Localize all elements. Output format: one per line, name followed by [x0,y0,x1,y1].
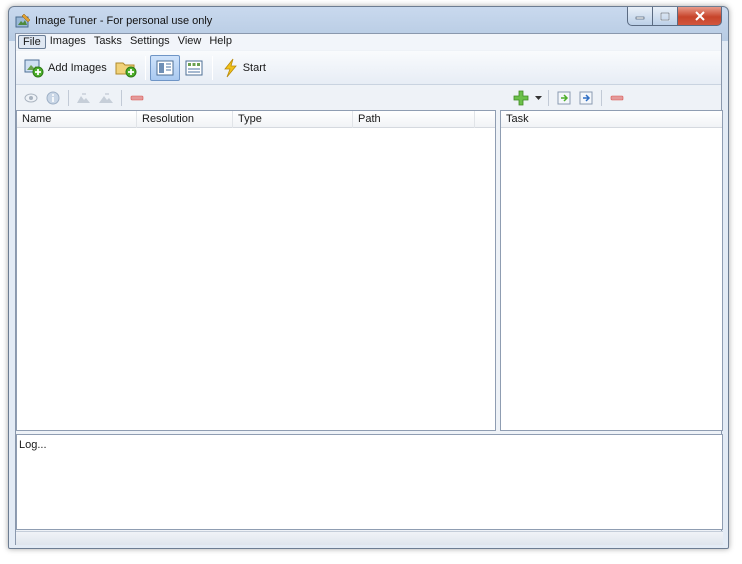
maximize-button[interactable] [653,7,678,26]
task-list-header: Task [501,111,722,128]
info-icon [46,91,60,105]
image-list[interactable]: Name Resolution Type Path [16,110,496,431]
remove-image-button[interactable] [128,89,146,107]
log-text: Log... [19,439,47,451]
info-button[interactable] [44,89,62,107]
rotate-right-icon [99,93,113,103]
view-details-icon [156,60,174,75]
window-title: Image Tuner - For personal use only [35,15,213,27]
main-toolbar: Add Images Start [16,51,721,85]
task-actions [510,89,628,107]
log-panel[interactable]: Log... [16,434,723,530]
image-actions [20,89,148,107]
import-task-icon [557,91,571,105]
column-path[interactable]: Path [353,111,475,128]
remove-icon [130,95,144,101]
status-bar [16,531,723,545]
minimize-icon [635,16,645,20]
add-task-icon [513,90,529,106]
remove-task-button[interactable] [608,89,626,107]
app-icon [15,13,31,28]
maximize-icon [660,11,670,21]
rotate-left-button[interactable] [75,89,93,107]
rotate-right-button[interactable] [97,89,115,107]
preview-icon [24,93,38,103]
menu-bar: File Images Tasks Settings View Help [16,34,721,50]
column-task[interactable]: Task [501,111,722,128]
rotate-left-icon [77,93,90,103]
add-folder-icon [115,62,137,77]
preview-button[interactable] [22,89,40,107]
add-task-dropdown[interactable] [534,89,542,107]
view-thumbnails-button[interactable] [180,55,208,81]
add-folder-button[interactable] [111,55,141,81]
toolbar-separator [121,90,122,106]
view-thumbnails-icon [185,60,203,75]
task-list[interactable]: Task [500,110,723,431]
menu-settings[interactable]: Settings [126,35,174,49]
toolbar-separator [601,90,602,106]
client-area: File Images Tasks Settings View Help Add… [15,33,723,545]
toolbar-separator [144,55,146,80]
column-resolution[interactable]: Resolution [137,111,233,128]
menu-images[interactable]: Images [46,35,90,49]
caption-buttons [627,7,722,27]
toolbar-separator [211,55,213,80]
remove-task-icon [610,95,624,101]
dropdown-icon [534,96,542,100]
add-task-button[interactable] [512,89,530,107]
minimize-button[interactable] [627,7,653,26]
view-details-button[interactable] [149,54,180,81]
menu-file[interactable]: File [18,35,46,49]
app-window: Image Tuner - For personal use only File… [8,6,729,549]
export-task-button[interactable] [577,89,595,107]
import-task-button[interactable] [555,89,573,107]
start-button[interactable]: Start [217,55,270,81]
menu-tasks[interactable]: Tasks [90,35,126,49]
add-images-button[interactable]: Add Images [20,55,111,81]
column-name[interactable]: Name [17,111,137,128]
start-label: Start [242,61,266,74]
menu-help[interactable]: Help [205,35,236,49]
column-type[interactable]: Type [233,111,353,128]
add-images-icon [24,59,44,77]
image-list-header: Name Resolution Type Path [17,111,495,128]
close-icon [694,11,705,21]
add-images-label: Add Images [48,61,107,74]
menu-view[interactable]: View [174,35,206,49]
title-bar[interactable]: Image Tuner - For personal use only [9,7,728,33]
close-button[interactable] [678,7,722,26]
toolbar-separator [68,90,69,106]
toolbar-separator [548,90,549,106]
start-icon [223,58,237,77]
secondary-toolbar [16,86,721,110]
export-task-icon [579,91,593,105]
